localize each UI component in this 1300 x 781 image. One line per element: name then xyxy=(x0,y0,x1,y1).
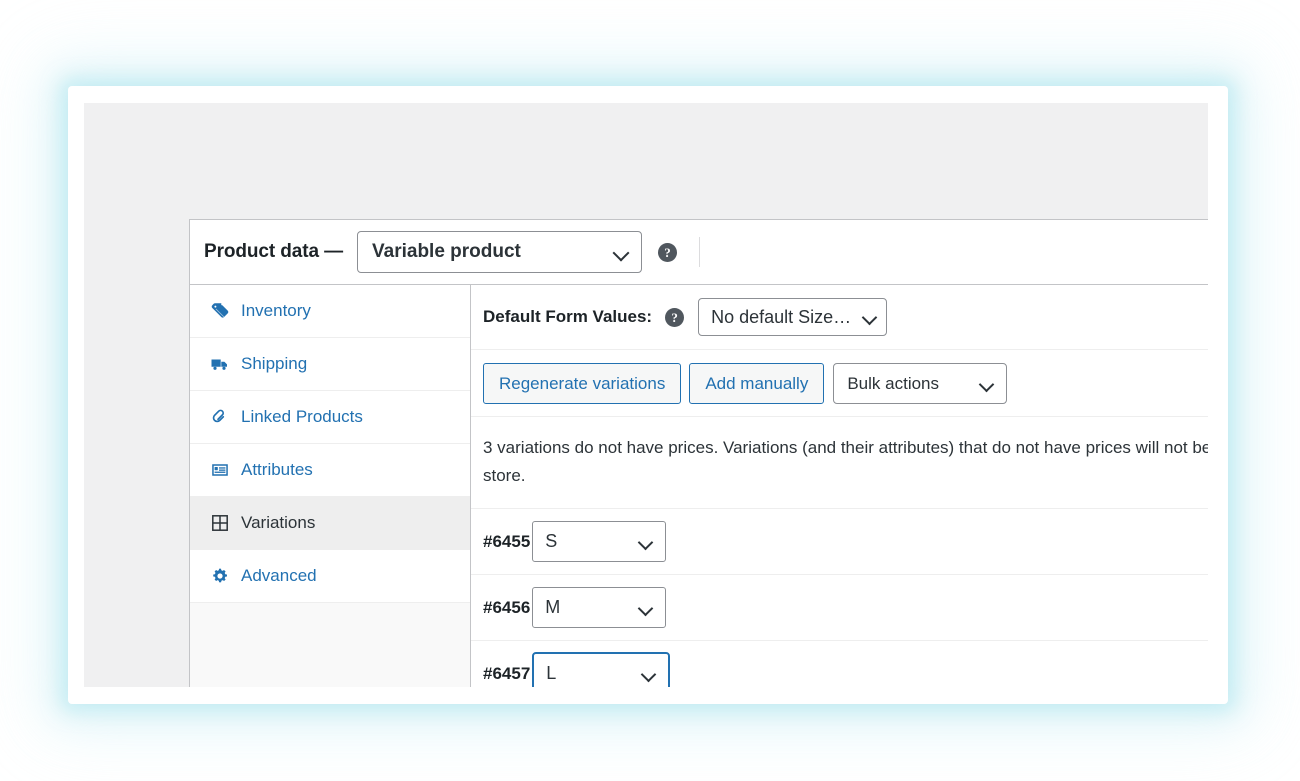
sidebar-item-label: Linked Products xyxy=(241,407,363,426)
variation-attribute-select[interactable]: L xyxy=(532,652,671,687)
sidebar-item-label: Variations xyxy=(241,513,316,532)
default-attribute-select[interactable]: No default Size… xyxy=(698,298,888,336)
regenerate-variations-button[interactable]: Regenerate variations xyxy=(483,363,682,404)
variation-id: #6456 xyxy=(483,597,531,617)
variation-attribute-value: S xyxy=(545,531,558,551)
product-type-value: Variable product xyxy=(372,241,521,262)
bulk-actions-select[interactable]: Bulk actions xyxy=(833,363,1008,404)
sidebar-item-attributes[interactable]: Attributes xyxy=(190,444,470,497)
variations-toolbar: Regenerate variations Add manually Bulk … xyxy=(471,350,1208,417)
help-icon[interactable]: ? xyxy=(665,307,685,327)
variation-row: #6457 L xyxy=(471,641,1208,687)
sidebar-item-label: Attributes xyxy=(241,460,313,479)
variation-row: #6455 S xyxy=(471,509,1208,575)
truck-icon xyxy=(209,353,231,375)
chevron-down-icon xyxy=(613,244,629,260)
page-title: Product data — xyxy=(204,241,344,262)
variation-id: #6455 xyxy=(483,531,531,551)
variation-attribute-value: M xyxy=(545,597,561,617)
variation-attribute-select[interactable]: M xyxy=(532,587,667,628)
chevron-down-icon xyxy=(639,534,654,550)
variation-attribute-select[interactable]: S xyxy=(532,521,667,562)
header-divider xyxy=(699,237,701,267)
no-price-notice: 3 variations do not have prices. Variati… xyxy=(471,417,1208,509)
sidebar-item-label: Advanced xyxy=(241,566,317,585)
chevron-down-icon xyxy=(863,309,877,325)
tag-icon xyxy=(209,300,231,322)
sidebar-item-linked-products[interactable]: Linked Products xyxy=(190,391,470,444)
sidebar-item-inventory[interactable]: Inventory xyxy=(190,285,470,338)
chevron-down-icon xyxy=(639,600,654,616)
sidebar-item-advanced[interactable]: Advanced xyxy=(190,550,470,603)
grid-icon xyxy=(209,512,231,534)
link-icon xyxy=(209,406,231,428)
default-attribute-value: No default Size… xyxy=(711,306,852,327)
sidebar-item-variations[interactable]: Variations xyxy=(190,497,470,550)
list-details-icon xyxy=(209,459,231,481)
product-type-select[interactable]: Variable product xyxy=(357,231,643,273)
product-data-metabox: Product data — Variable product ? Invent… xyxy=(189,219,1208,687)
product-data-tabs: Inventory Shipping Linked Products Attri… xyxy=(190,285,471,687)
sidebar-item-label: Shipping xyxy=(241,354,308,373)
chevron-down-icon xyxy=(642,666,657,682)
chevron-down-icon xyxy=(980,376,995,392)
help-icon[interactable]: ? xyxy=(658,242,678,262)
sidebar-filler xyxy=(190,603,470,687)
variation-attribute-value: L xyxy=(546,663,557,683)
variation-row: #6456 M xyxy=(471,575,1208,641)
gear-icon xyxy=(209,565,231,587)
variations-panel: Default Form Values: ? No default Size… … xyxy=(471,285,1208,687)
notice-line-1: 3 variations do not have prices. Variati… xyxy=(483,438,1208,457)
sidebar-item-label: Inventory xyxy=(241,301,311,320)
add-manually-button[interactable]: Add manually xyxy=(689,363,825,404)
metabox-body: Inventory Shipping Linked Products Attri… xyxy=(190,285,1208,687)
sidebar-item-shipping[interactable]: Shipping xyxy=(190,338,470,391)
default-form-values-row: Default Form Values: ? No default Size… xyxy=(471,285,1208,350)
screenshot-stage: Product data — Variable product ? Invent… xyxy=(0,0,1300,781)
variation-id: #6457 xyxy=(483,663,531,683)
notice-line-2: store. xyxy=(483,466,526,485)
admin-frame: Product data — Variable product ? Invent… xyxy=(84,103,1208,687)
default-form-values-label: Default Form Values: xyxy=(483,307,653,326)
metabox-header: Product data — Variable product ? xyxy=(190,220,1208,285)
bulk-actions-value: Bulk actions xyxy=(847,373,940,393)
